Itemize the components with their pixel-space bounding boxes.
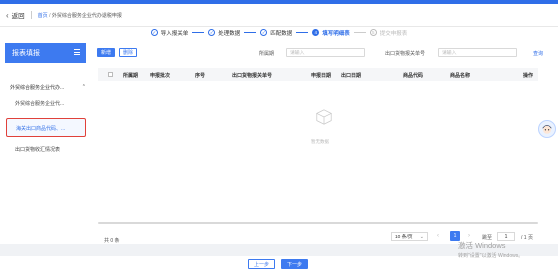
column-header: 商品代码 <box>403 73 424 79</box>
prev-step-button[interactable]: 上一步 <box>248 259 275 269</box>
goto-page-input[interactable]: 1 <box>497 232 515 241</box>
back-label: 返回 <box>11 13 25 20</box>
sidebar-item[interactable]: 出口货物收汇情况表 <box>15 146 60 153</box>
breadcrumb-current: 外贸综合服务企业代办退税申报 <box>51 12 122 19</box>
check-circle-icon: ✓ <box>208 29 216 36</box>
step-label: 处理数据 <box>218 30 241 37</box>
step-connector <box>353 32 366 33</box>
chevron-left-icon[interactable]: ‹ <box>437 233 439 239</box>
column-header: 所属期 <box>123 73 139 79</box>
step-process: ✓ 处理数据 <box>208 29 240 37</box>
breadcrumb: 首页 / 外贸综合服务企业代办退税申报 <box>38 12 122 19</box>
step-connector <box>244 32 257 33</box>
menu-icon[interactable] <box>74 49 80 55</box>
sidebar-group[interactable]: 外贸综合服务企业代办... ⌃ <box>10 84 86 91</box>
sidebar-title: 报表填报 <box>5 43 86 63</box>
sidebar-group-label: 外贸综合服务企业代办... <box>10 85 65 91</box>
next-step-button[interactable]: 下一步 <box>281 259 308 269</box>
chevron-left-icon: ‹ <box>6 10 9 20</box>
select-all-checkbox[interactable] <box>108 71 113 77</box>
sidebar: 报表填报 外贸综合服务企业代办... ⌃ 外贸综合服务企业代... 海关出口商品… <box>0 38 92 244</box>
step-connector <box>192 32 205 33</box>
step-number: 5 <box>369 29 377 36</box>
step-connector <box>296 32 309 33</box>
declaration-number-label: 出口货物报关单号 <box>385 51 426 57</box>
breadcrumb-separator: / <box>49 12 51 19</box>
step-label: 导入报关单 <box>160 30 189 37</box>
column-header: 出口货物报关单号 <box>232 73 273 79</box>
page-header: ‹ 返回 首页 / 外贸综合服务企业代办退税申报 <box>0 4 558 27</box>
delete-button[interactable]: 删除 <box>119 48 137 57</box>
step-indicator: ✓ 导入报关单 ✓ 处理数据 ✓ 匹配数据 4 填写明细表 5 提交申报表 <box>0 27 558 38</box>
check-circle-icon: ✓ <box>150 29 158 36</box>
main-panel: 新增 删除 所属期 请输入 出口货物报关单号 请输入 查询 所属期 申报批次 序… <box>92 38 558 244</box>
column-header: 商品名称 <box>450 73 471 79</box>
breadcrumb-home[interactable]: 首页 <box>38 13 48 19</box>
column-header: 出口日期 <box>341 73 362 79</box>
back-button[interactable]: ‹ 返回 <box>6 10 25 21</box>
sidebar-title-label: 报表填报 <box>12 50 40 57</box>
page-size-select[interactable]: 10 条/页 ⌄ <box>391 232 428 241</box>
table-header: 所属期 申报批次 序号 出口货物报关单号 申报日期 出口日期 商品代码 商品名称… <box>98 68 538 81</box>
footer-bar: 上一步 下一步 <box>0 256 558 275</box>
step-import: ✓ 导入报关单 <box>150 29 189 37</box>
step-number: 4 <box>312 29 320 36</box>
chevron-up-icon: ⌃ <box>81 84 86 90</box>
sidebar-item[interactable]: 外贸综合服务企业代... <box>15 100 64 107</box>
chevron-right-icon[interactable]: › <box>468 233 470 239</box>
sidebar-item-selected[interactable]: 海关出口商品代码、... <box>6 118 86 137</box>
empty-box-icon <box>315 109 333 125</box>
column-header: 申报日期 <box>311 73 332 79</box>
declaration-number-input[interactable]: 请输入 <box>438 48 517 57</box>
page-number-current[interactable]: 1 <box>450 231 460 241</box>
column-header: 序号 <box>195 73 206 79</box>
horizontal-scrollbar[interactable] <box>98 222 538 224</box>
step-label: 提交申报表 <box>379 30 408 37</box>
query-button[interactable]: 查询 <box>533 50 543 57</box>
column-header: 申报批次 <box>150 73 171 79</box>
pagination: 共 0 条 10 条/页 ⌄ ‹ 1 › 跳至 1 / 1 页 <box>0 231 558 256</box>
step-label: 匹配数据 <box>270 30 293 37</box>
total-pages: / 1 页 <box>521 235 533 241</box>
step-label: 填写明细表 <box>322 30 350 37</box>
divider <box>30 11 32 19</box>
period-label: 所属期 <box>259 51 275 57</box>
step-fill-detail: 4 填写明细表 <box>312 29 350 37</box>
step-submit: 5 提交申报表 <box>369 29 408 37</box>
chevron-down-icon: ⌄ <box>419 234 424 240</box>
add-button[interactable]: 新增 <box>97 48 115 57</box>
total-count: 共 0 条 <box>104 238 120 244</box>
step-match: ✓ 匹配数据 <box>260 29 292 37</box>
goto-label: 跳至 <box>482 235 493 241</box>
column-header: 操作 <box>523 73 534 79</box>
page-size-value: 10 条/页 <box>395 235 413 240</box>
empty-state-text: 暂无数据 <box>311 139 329 144</box>
check-circle-icon: ✓ <box>260 29 268 36</box>
period-input[interactable]: 请输入 <box>286 48 365 57</box>
assistant-avatar-icon[interactable] <box>538 120 556 138</box>
